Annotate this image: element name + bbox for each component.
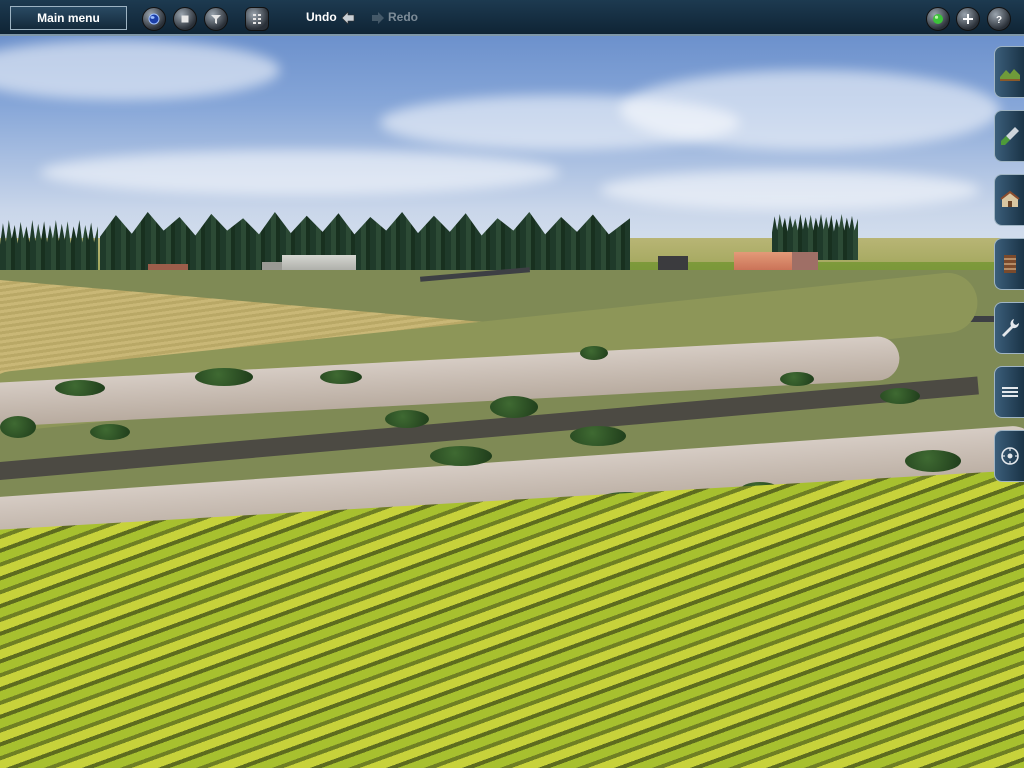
factory-building — [734, 252, 794, 272]
stop-button[interactable] — [173, 7, 197, 31]
top-toolbar: Main menu Undo Redo ? — [0, 0, 1024, 36]
filter-button[interactable] — [204, 7, 228, 31]
undo-button[interactable]: Undo — [306, 10, 337, 24]
compass-tool-tab[interactable] — [994, 430, 1024, 482]
house-icon — [999, 190, 1020, 207]
world-viewport[interactable] — [0, 0, 1024, 768]
wrench-icon — [1001, 319, 1019, 337]
hedge — [195, 368, 253, 386]
stop-icon — [181, 15, 189, 23]
paint-tool-tab[interactable] — [994, 110, 1024, 162]
globe-icon — [148, 13, 160, 25]
terrain-icon — [999, 69, 1020, 81]
filter-icon — [211, 15, 221, 24]
hedge — [570, 426, 626, 446]
paintbrush-icon — [1000, 127, 1019, 145]
status-light-button[interactable] — [926, 7, 950, 31]
layers-tool-tab[interactable] — [994, 366, 1024, 418]
hedge — [905, 450, 961, 472]
undo-arrow-icon[interactable] — [340, 10, 356, 26]
hedge — [490, 396, 538, 418]
grid-button[interactable] — [245, 7, 269, 31]
svg-text:?: ? — [996, 15, 1002, 26]
layers-icon — [1001, 387, 1018, 397]
hedge — [385, 410, 429, 428]
status-light-icon — [933, 14, 943, 24]
station-building — [658, 256, 688, 270]
add-button[interactable] — [956, 7, 980, 31]
hedge — [430, 446, 492, 466]
plus-icon — [963, 14, 973, 24]
hedge — [0, 416, 36, 438]
hedge — [880, 388, 920, 404]
cloud — [40, 150, 560, 195]
hedge — [55, 380, 105, 396]
grid-icon — [253, 14, 261, 24]
tools-tool-tab[interactable] — [994, 302, 1024, 354]
help-button[interactable]: ? — [987, 7, 1011, 31]
track-tool-tab[interactable] — [994, 238, 1024, 290]
hedge — [780, 372, 814, 386]
cloud — [620, 70, 1000, 150]
hedge — [90, 424, 130, 440]
help-icon: ? — [996, 15, 1002, 26]
factory-building — [792, 252, 818, 270]
cloud — [600, 170, 980, 210]
redo-arrow-icon — [372, 12, 384, 24]
compass-icon — [1000, 447, 1019, 465]
topology-tool-tab[interactable] — [994, 46, 1024, 98]
main-menu-button[interactable]: Main menu — [10, 6, 127, 30]
redo-button: Redo — [388, 10, 418, 24]
hedge — [320, 370, 362, 384]
globe-button[interactable] — [142, 7, 166, 31]
objects-tool-tab[interactable] — [994, 174, 1024, 226]
hedge — [580, 346, 608, 360]
track-icon — [1003, 255, 1016, 273]
